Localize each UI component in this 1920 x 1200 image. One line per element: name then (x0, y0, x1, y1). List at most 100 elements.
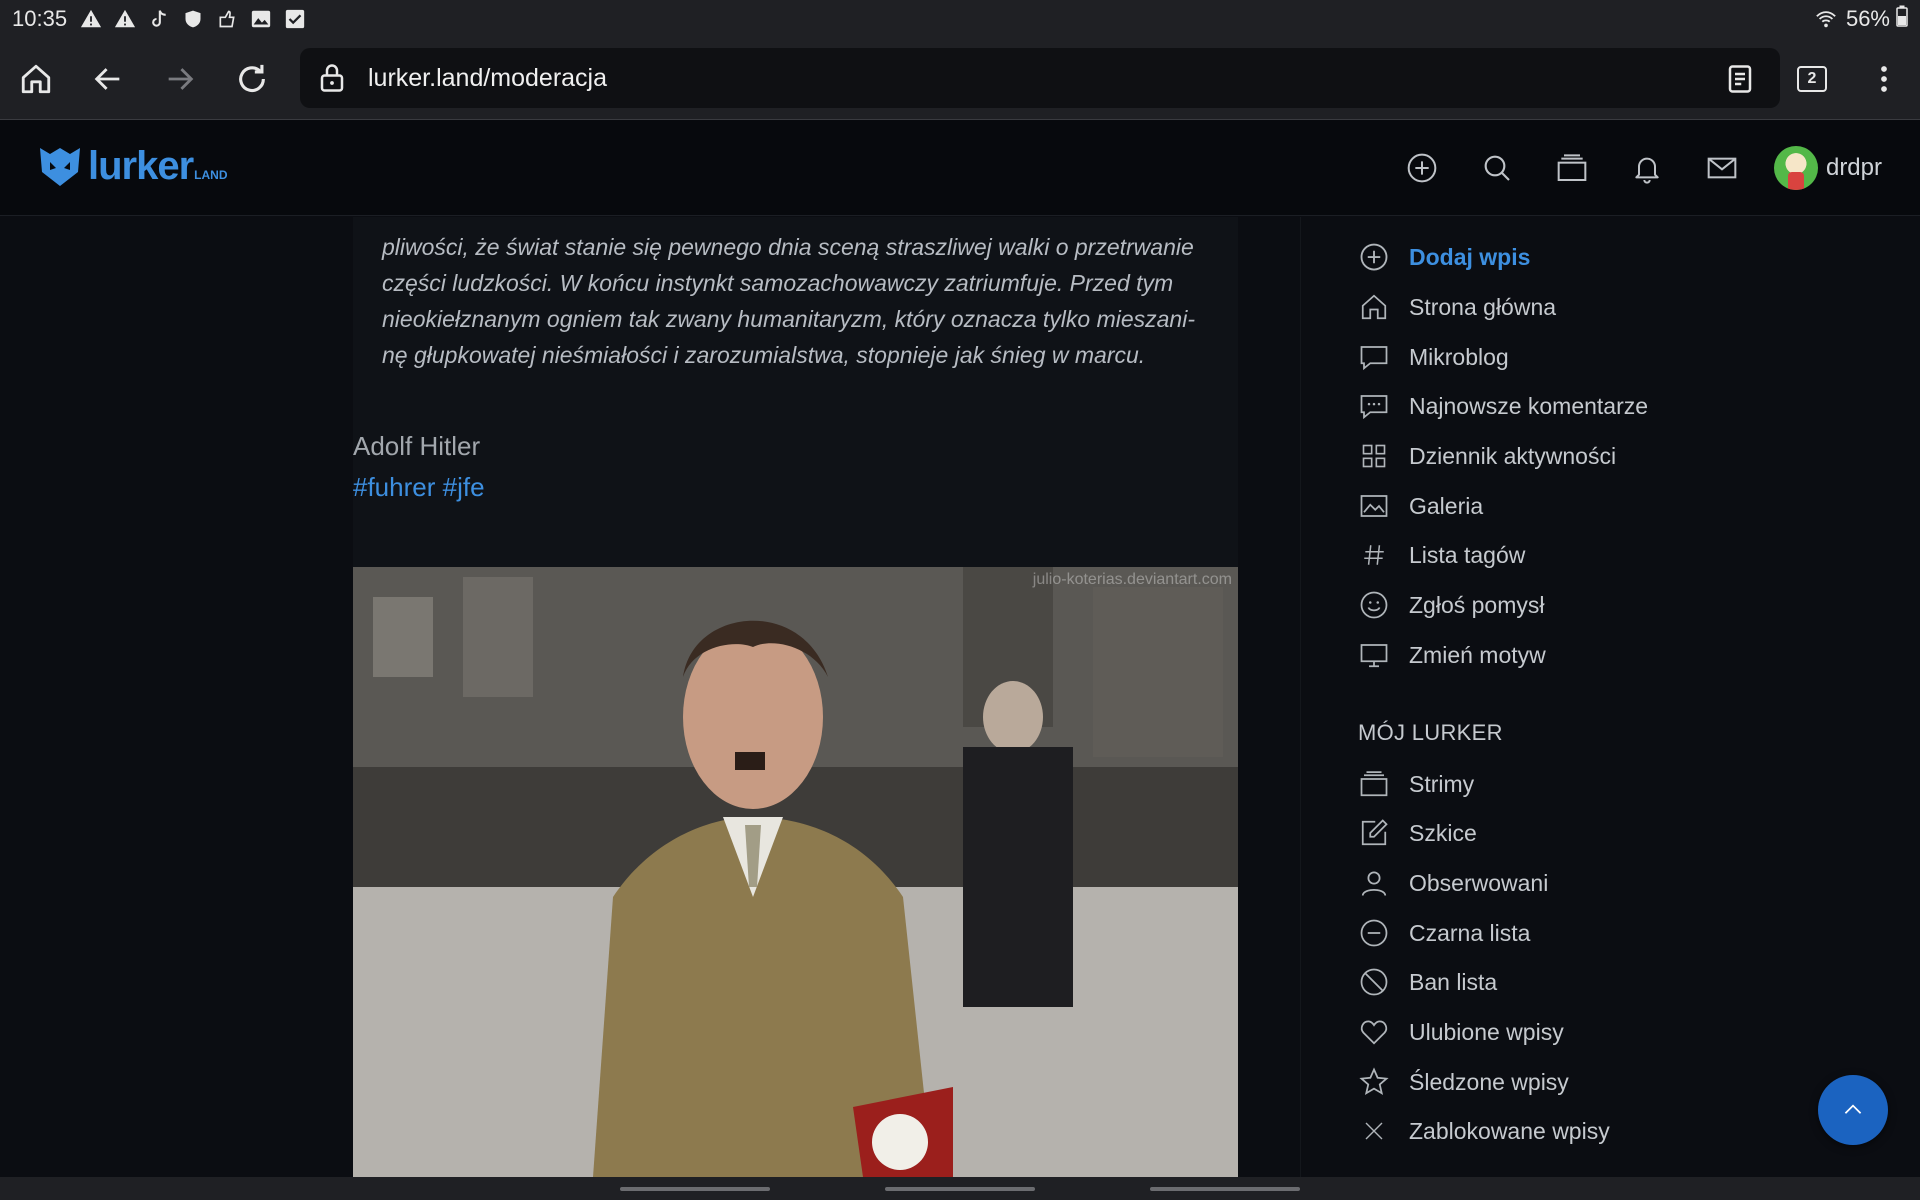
sidebar-item-label: Zablokowane wpisy (1409, 1117, 1610, 1144)
logo-mark-icon (40, 148, 80, 186)
lock-icon (314, 60, 350, 96)
grid-icon (1357, 439, 1391, 473)
home-icon (1357, 290, 1391, 324)
chevron-up-icon (1844, 1104, 1862, 1114)
sidebar-item-label: Obserwowani (1409, 869, 1549, 896)
sidebar-item-label: Lista tagów (1409, 541, 1526, 568)
check-box-icon (281, 5, 309, 33)
battery-icon (1896, 5, 1908, 33)
post-image[interactable]: julio-koterias.deviantart.com (353, 567, 1238, 1177)
more-vertical-icon (1881, 66, 1887, 92)
add-post-button[interactable] (1396, 142, 1448, 194)
sidebar-item-tag-list[interactable]: Lista tagów (1357, 535, 1525, 575)
sidebar-item-blacklist[interactable]: Czarna lista (1357, 913, 1530, 953)
shield-icon (179, 5, 207, 33)
plus-circle-icon (1407, 153, 1437, 183)
reload-button[interactable] (216, 43, 288, 115)
browser-toolbar: lurker.land/moderacja 2 (0, 38, 1920, 120)
reader-mode-icon (1728, 65, 1752, 93)
sidebar-item-change-theme[interactable]: Zmień motyw (1357, 635, 1546, 675)
sidebar-item-microblog[interactable]: Mikroblog (1357, 337, 1509, 377)
mail-icon (1707, 157, 1737, 179)
overflow-menu-button[interactable] (1848, 43, 1920, 115)
tag-link[interactable]: #fuhrer (353, 472, 435, 502)
address-bar[interactable]: lurker.land/moderacja (300, 48, 1780, 108)
sidebar-item-label: Zmień motyw (1409, 641, 1546, 668)
sidebar-item-suggest-idea[interactable]: Zgłoś pomysł (1357, 585, 1544, 625)
home-button[interactable] (0, 43, 72, 115)
smile-icon (1357, 588, 1391, 622)
post-content: pliwości, że świat stanie się pewnego dn… (0, 217, 1300, 1177)
warning-icon (111, 5, 139, 33)
comment-icon (1357, 389, 1391, 423)
hash-icon (1357, 538, 1391, 572)
sidebar-item-streams[interactable]: Strimy (1357, 764, 1474, 804)
notifications-button[interactable] (1621, 142, 1673, 194)
edit-icon (1357, 816, 1391, 850)
section-title-my-lurker: MÓJ LURKER (1358, 720, 1503, 745)
monitor-icon (1357, 638, 1391, 672)
reader-mode-button[interactable] (1704, 43, 1776, 115)
nav-handle[interactable] (885, 1187, 1035, 1191)
username: drdpr (1825, 154, 1882, 181)
sidebar-item-add-post[interactable]: Dodaj wpis (1357, 237, 1530, 277)
sidebar-item-gallery[interactable]: Galeria (1357, 486, 1483, 526)
wifi-icon (1812, 5, 1840, 33)
nav-handle[interactable] (1150, 1187, 1300, 1191)
sidebar-item-label: Dodaj wpis (1409, 243, 1531, 270)
sidebar-item-latest-comments[interactable]: Najnowsze komentarze (1357, 386, 1648, 426)
image-watermark: julio-koterias.deviantart.com (1032, 571, 1232, 588)
site-header: lurker LAND drdpr (0, 120, 1920, 216)
sidebar-item-activity-log[interactable]: Dziennik aktywności (1357, 436, 1616, 476)
status-bar: 10:35 56% (0, 0, 1920, 38)
quote-text: pliwości, że świat stanie się pewnego dn… (382, 229, 1222, 373)
streams-button[interactable] (1546, 142, 1598, 194)
minus-circle-icon (1357, 916, 1391, 950)
sidebar-item-label: Ban lista (1409, 968, 1498, 995)
nav-handle[interactable] (620, 1187, 770, 1191)
messages-button[interactable] (1696, 142, 1748, 194)
site-logo[interactable]: lurker LAND (36, 144, 228, 188)
sidebar-item-label: Czarna lista (1409, 919, 1531, 946)
tiktok-icon (145, 5, 173, 33)
tag-link[interactable]: #jfe (443, 472, 485, 502)
sidebar-item-tracked-posts[interactable]: Śledzone wpisy (1357, 1062, 1569, 1102)
forward-button[interactable] (144, 43, 216, 115)
ban-icon (1357, 965, 1391, 999)
layers-icon (1357, 767, 1391, 801)
bell-icon (1635, 157, 1659, 184)
scroll-to-top-button[interactable] (1818, 1075, 1888, 1145)
post-tags: #fuhrer #jfe (353, 472, 485, 503)
sidebar-item-blocked-posts[interactable]: Zablokowane wpisy (1357, 1111, 1610, 1151)
sidebar-item-label: Najnowsze komentarze (1409, 392, 1649, 419)
quote-line: części ludzkości. W końcu instynkt samoz… (382, 270, 1174, 296)
sidebar-item-drafts[interactable]: Szkice (1357, 813, 1477, 853)
user-menu[interactable]: drdpr (1773, 146, 1882, 190)
tabs-button[interactable]: 2 (1776, 43, 1848, 115)
post-author: Adolf Hitler (353, 431, 481, 461)
quote-line: pliwości, że świat stanie się pewnego dn… (382, 234, 1194, 260)
sidebar-item-label: Dziennik aktywności (1409, 442, 1617, 469)
url-text: lurker.land/moderacja (368, 63, 608, 92)
back-button[interactable] (72, 43, 144, 115)
battery-percent: 56% (1845, 6, 1890, 31)
sidebar-item-home[interactable]: Strona główna (1357, 287, 1556, 327)
sidebar-item-label: Galeria (1409, 492, 1484, 519)
x-icon (1357, 1114, 1391, 1148)
sidebar-item-favorite-posts[interactable]: Ulubione wpisy (1357, 1012, 1564, 1052)
chat-bubble-icon (1357, 340, 1391, 374)
avatar (1773, 146, 1818, 190)
sidebar-item-label: Strimy (1409, 770, 1475, 797)
sidebar-item-followed[interactable]: Obserwowani (1357, 863, 1548, 903)
search-button[interactable] (1471, 142, 1523, 194)
sidebar-item-label: Śledzone wpisy (1409, 1068, 1569, 1095)
quote-line: nieokiełznanym ogniem tak zwany humanita… (382, 306, 1195, 332)
status-time: 10:35 (12, 6, 68, 31)
warning-icon (77, 5, 105, 33)
sidebar-item-ban-list[interactable]: Ban lista (1357, 962, 1497, 1002)
post-photo-illustration (353, 567, 1238, 1177)
quote-line: nę głupkowatej nieśmiałości i zarozumial… (382, 342, 1146, 368)
sidebar-item-label: Strona główna (1409, 293, 1557, 320)
logo-text: lurker (88, 144, 194, 188)
reload-icon (239, 64, 265, 92)
